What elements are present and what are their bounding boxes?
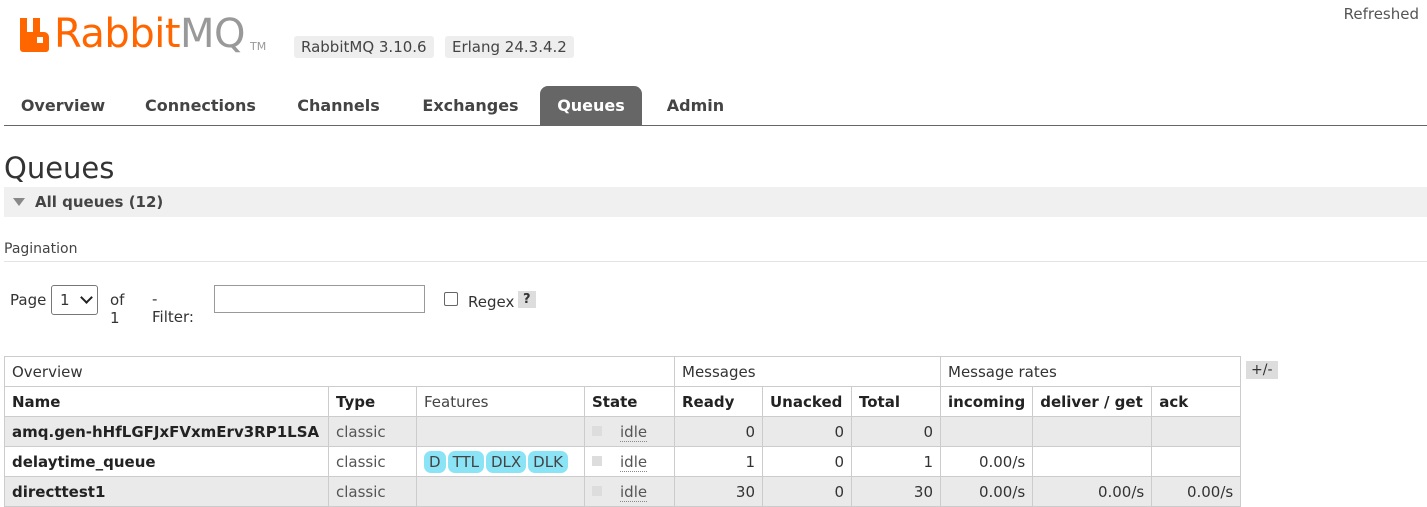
feature-badge-ttl: TTL — [447, 450, 484, 473]
feature-badge-dlk: DLK — [528, 450, 568, 473]
page-select-value: 1 — [60, 291, 70, 309]
total-count: 30 — [851, 476, 941, 507]
rabbitmq-logo-icon — [20, 18, 49, 52]
regex-checkbox[interactable] — [444, 292, 458, 306]
group-message-rates: Message rates — [939, 356, 1242, 387]
collapse-triangle-icon — [13, 198, 25, 206]
erlang-version-badge: Erlang 24.3.4.2 — [445, 36, 574, 58]
queue-features — [416, 416, 585, 447]
col-total[interactable]: Total — [851, 386, 941, 417]
logo-tm-text: TM — [250, 40, 267, 53]
of-pages-label: of 1 — [110, 291, 125, 327]
table-group-header-row: Overview Messages Message rates — [4, 356, 1242, 387]
rabbitmq-logo[interactable]: Rabbit MQ TM — [18, 12, 266, 56]
logo-rabbit-text: Rabbit — [54, 11, 181, 57]
chevron-down-icon — [79, 291, 93, 304]
ack-rate — [1151, 446, 1242, 477]
state-indicator-icon — [592, 425, 602, 436]
queues-table: Overview Messages Message rates Name Typ… — [4, 356, 1242, 507]
page-title: Queues — [4, 151, 115, 185]
ready-count: 1 — [674, 446, 763, 477]
queue-type: classic — [328, 416, 417, 447]
feature-badge-dlx: DLX — [485, 450, 527, 473]
group-overview: Overview — [4, 356, 675, 387]
column-toggle-button[interactable]: +/- — [1246, 361, 1278, 379]
ack-rate: 0.00/s — [1151, 476, 1242, 507]
col-features: Features — [416, 386, 585, 417]
all-queues-section-toggle[interactable]: All queues (12) — [4, 187, 1427, 217]
section-label: All queues (12) — [35, 193, 164, 211]
pagination-divider — [4, 261, 1427, 262]
rabbitmq-version-badge: RabbitMQ 3.10.6 — [294, 36, 434, 58]
filter-label: - Filter: — [152, 290, 194, 326]
queue-features: D TTL DLX DLK — [416, 446, 585, 477]
queue-type: classic — [328, 446, 417, 477]
feature-badge-durable: D — [424, 450, 446, 473]
state-indicator-icon — [592, 455, 602, 466]
state-text: idle — [620, 482, 648, 502]
page-select[interactable]: 1 — [51, 285, 98, 315]
regex-help-button[interactable]: ? — [518, 291, 536, 308]
tab-connections[interactable]: Connections — [135, 86, 266, 125]
deliver-get-rate — [1032, 446, 1153, 477]
queue-name-link[interactable]: amq.gen-hHfLGFJxFVxmErv3RP1LSA — [4, 416, 329, 447]
queue-state: idle — [584, 476, 675, 507]
queue-features — [416, 476, 585, 507]
filter-input[interactable] — [214, 285, 425, 313]
state-text: idle — [620, 452, 648, 472]
unacked-count: 0 — [762, 446, 852, 477]
total-count: 1 — [851, 446, 941, 477]
unacked-count: 0 — [762, 476, 852, 507]
col-incoming[interactable]: incoming — [939, 386, 1034, 417]
deliver-get-rate — [1032, 416, 1153, 447]
col-unacked[interactable]: Unacked — [762, 386, 852, 417]
ready-count: 30 — [674, 476, 763, 507]
col-name[interactable]: Name — [4, 386, 329, 417]
queue-state: idle — [584, 416, 675, 447]
col-ack[interactable]: ack — [1151, 386, 1242, 417]
unacked-count: 0 — [762, 416, 852, 447]
incoming-rate: 0.00/s — [939, 476, 1034, 507]
col-ready[interactable]: Ready — [674, 386, 763, 417]
page-label: Page — [10, 291, 47, 309]
queue-state: idle — [584, 446, 675, 477]
queue-name-link[interactable]: delaytime_queue — [4, 446, 329, 477]
col-type[interactable]: Type — [328, 386, 417, 417]
total-count: 0 — [851, 416, 941, 447]
col-deliver-get[interactable]: deliver / get — [1032, 386, 1153, 417]
queue-type: classic — [328, 476, 417, 507]
tab-admin[interactable]: Admin — [658, 86, 733, 125]
col-state[interactable]: State — [584, 386, 675, 417]
tab-exchanges[interactable]: Exchanges — [412, 86, 529, 125]
deliver-get-rate: 0.00/s — [1032, 476, 1153, 507]
ready-count: 0 — [674, 416, 763, 447]
table-header-row: Name Type Features State Ready Unacked T… — [4, 386, 1242, 417]
tab-queues[interactable]: Queues — [540, 86, 642, 125]
state-text: idle — [620, 422, 648, 442]
pagination-title: Pagination — [4, 241, 78, 257]
refreshed-status: Refreshed — [1343, 5, 1419, 23]
table-row: directtest1 classic idle 30 0 30 0.00/s … — [4, 476, 1242, 507]
tab-overview[interactable]: Overview — [4, 86, 122, 125]
ack-rate — [1151, 416, 1242, 447]
incoming-rate — [939, 416, 1034, 447]
main-nav-tabs: Overview Connections Channels Exchanges … — [4, 86, 1427, 126]
table-row: amq.gen-hHfLGFJxFVxmErv3RP1LSA classic i… — [4, 416, 1242, 447]
group-messages: Messages — [674, 356, 941, 387]
tab-channels[interactable]: Channels — [287, 86, 390, 125]
table-row: delaytime_queue classic D TTL DLX DLK idle … — [4, 446, 1242, 477]
logo-mq-text: MQ — [180, 11, 246, 57]
queue-name-link[interactable]: directtest1 — [4, 476, 329, 507]
regex-label: Regex — [468, 293, 515, 311]
incoming-rate: 0.00/s — [939, 446, 1034, 477]
header: Rabbit MQ TM RabbitMQ 3.10.6 Erlang 24.3.4… — [0, 0, 1427, 80]
